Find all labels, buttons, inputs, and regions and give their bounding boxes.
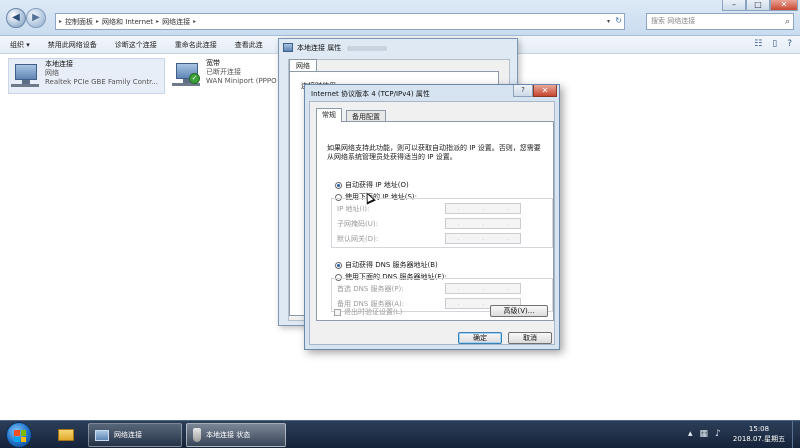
validate-on-exit-label: 退出时验证设置(L): [344, 308, 403, 316]
show-desktop-button[interactable]: [792, 421, 800, 448]
radio-selected-icon: [335, 261, 342, 269]
system-tray: ▴ ▦ ♪: [688, 429, 721, 439]
checkbox-icon: [334, 308, 341, 316]
breadcrumb-network-internet[interactable]: 网络和 Internet: [102, 17, 153, 27]
address-root-chevron-icon[interactable]: ▸: [59, 18, 62, 25]
help-icon[interactable]: ?: [787, 39, 792, 50]
validate-on-exit-checkbox[interactable]: 退出时验证设置(L): [334, 307, 402, 317]
preferred-dns-input[interactable]: ...: [445, 283, 521, 294]
organize-menu[interactable]: 组织 ▾: [10, 40, 30, 50]
ip-address-label: IP 地址(I):: [337, 205, 370, 213]
obtain-ip-auto-radio[interactable]: 自动获得 IP 地址(O): [335, 180, 409, 190]
default-gateway-label: 默认网关(D):: [337, 235, 379, 243]
blurred-connection-name: [347, 45, 388, 51]
preview-pane-icon[interactable]: ▯: [772, 39, 777, 50]
tab-general[interactable]: 常规: [316, 108, 342, 122]
address-dropdown-icon[interactable]: ▾: [607, 18, 610, 25]
radio-selected-icon: [335, 181, 342, 189]
connection-name: 宽带: [206, 59, 220, 67]
subnet-mask-input[interactable]: ...: [445, 218, 521, 229]
breadcrumb-chevron-icon[interactable]: ▸: [96, 18, 99, 25]
broadband-adapter-icon: ✓: [172, 60, 202, 90]
obtain-dns-auto-label: 自动获得 DNS 服务器地址(B): [345, 261, 438, 269]
search-icon[interactable]: ⌕: [785, 15, 790, 30]
taskbar-local-connection-status[interactable]: 本地连接 状态: [186, 423, 286, 447]
obtain-ip-auto-label: 自动获得 IP 地址(O): [345, 181, 409, 189]
connection-local-area[interactable]: 本地连接 网络 Realtek PCIe GBE Family Contr...: [8, 58, 165, 94]
forward-button[interactable]: ▶: [26, 8, 46, 28]
ethernet-adapter-icon: [11, 61, 41, 91]
folder-icon: [58, 429, 74, 441]
taskbar-app-label: 本地连接 状态: [206, 431, 251, 439]
connection-device: WAN Miniport (PPPO: [206, 77, 277, 85]
rename-button[interactable]: 重命名此连接: [175, 40, 217, 50]
search-placeholder: 搜索 网络连接: [651, 17, 696, 25]
connection-device: Realtek PCIe GBE Family Contr...: [45, 78, 159, 86]
back-dialog-titlebar: 本地连接 属性: [279, 39, 517, 57]
check-badge-icon: ✓: [189, 73, 200, 84]
minimize-button[interactable]: –: [722, 0, 746, 11]
tray-expand-icon[interactable]: ▴: [688, 429, 693, 439]
ok-button[interactable]: 确定: [458, 332, 502, 344]
breadcrumb-network-connections[interactable]: 网络连接: [162, 17, 190, 27]
connection-status: 已断开连接: [206, 68, 241, 76]
general-tab-page: 如果网络支持此功能，则可以获取自动指派的 IP 设置。否则，您需要从网络系统管理…: [316, 121, 554, 321]
disable-device-button[interactable]: 禁用此网络设备: [48, 40, 97, 50]
taskbar-network-connections[interactable]: 网络连接: [88, 423, 182, 447]
clock[interactable]: 15:08 2018.07.星期五: [730, 424, 788, 444]
connection-name: 本地连接: [45, 60, 73, 68]
network-connections-icon: [95, 429, 109, 441]
address-bar[interactable]: ▸ 控制面板 ▸ 网络和 Internet ▸ 网络连接 ▸ ▾ ↻: [55, 13, 625, 30]
connection-network: 网络: [45, 69, 59, 77]
breadcrumb-control-panel[interactable]: 控制面板: [65, 17, 93, 27]
description-text: 如果网络支持此功能，则可以获取自动指派的 IP 设置。否则，您需要从网络系统管理…: [327, 144, 541, 161]
ipv4-properties-dialog: Internet 协议版本 4 (TCP/IPv4) 属性 ? ✕ 常规 备用配…: [304, 84, 560, 350]
view-status-button[interactable]: 查看此连: [235, 40, 263, 50]
maximize-button[interactable]: □: [746, 0, 770, 11]
search-input[interactable]: 搜索 网络连接 ⌕: [646, 13, 794, 30]
breadcrumb-chevron-icon[interactable]: ▸: [193, 18, 196, 25]
back-button[interactable]: ◀: [6, 8, 26, 28]
ip-address-input[interactable]: ...: [445, 203, 521, 214]
toolbar-right-icons: ☷ ▯ ?: [754, 39, 792, 50]
dialog-body: 常规 备用配置 如果网络支持此功能，则可以获取自动指派的 IP 设置。否则，您需…: [309, 101, 555, 345]
diagnose-button[interactable]: 诊断这个连接: [115, 40, 157, 50]
network-tray-icon[interactable]: ▦: [700, 429, 709, 439]
taskbar-app-label: 网络连接: [114, 431, 142, 439]
cancel-button[interactable]: 取消: [508, 332, 552, 344]
refresh-icon[interactable]: ↻: [615, 16, 622, 25]
clock-time: 15:08: [748, 425, 770, 433]
network-icon: [283, 43, 293, 52]
advanced-button[interactable]: 高级(V)...: [490, 305, 548, 317]
taskbar-explorer[interactable]: [52, 423, 80, 447]
windows-logo-icon: [14, 430, 26, 442]
taskbar: 网络连接 本地连接 状态 ▴ ▦ ♪ 15:08 2018.07.星期五: [0, 420, 800, 448]
default-gateway-input[interactable]: ...: [445, 233, 521, 244]
subnet-mask-label: 子网掩码(U):: [337, 220, 378, 228]
network-status-icon: [193, 428, 201, 442]
explorer-titlebar: ◀ ▶ ▸ 控制面板 ▸ 网络和 Internet ▸ 网络连接 ▸ ▾ ↻ 搜…: [0, 0, 800, 36]
view-options-icon[interactable]: ☷: [754, 39, 762, 50]
breadcrumb-chevron-icon[interactable]: ▸: [156, 18, 159, 25]
preferred-dns-label: 首选 DNS 服务器(P):: [337, 285, 404, 293]
window-close-button[interactable]: ✕: [770, 0, 798, 11]
back-dialog-title: 本地连接 属性: [297, 44, 342, 52]
start-button[interactable]: [6, 422, 32, 448]
dialog-close-button[interactable]: ✕: [533, 85, 557, 97]
connection-broadband[interactable]: ✓ 宽带 已断开连接 WAN Miniport (PPPO: [170, 58, 290, 94]
obtain-dns-auto-radio[interactable]: 自动获得 DNS 服务器地址(B): [335, 260, 438, 270]
dialog-title: Internet 协议版本 4 (TCP/IPv4) 属性: [311, 90, 430, 98]
help-button[interactable]: ?: [513, 85, 533, 97]
volume-icon[interactable]: ♪: [715, 429, 721, 439]
clock-date: 2018.07.星期五: [732, 435, 786, 443]
